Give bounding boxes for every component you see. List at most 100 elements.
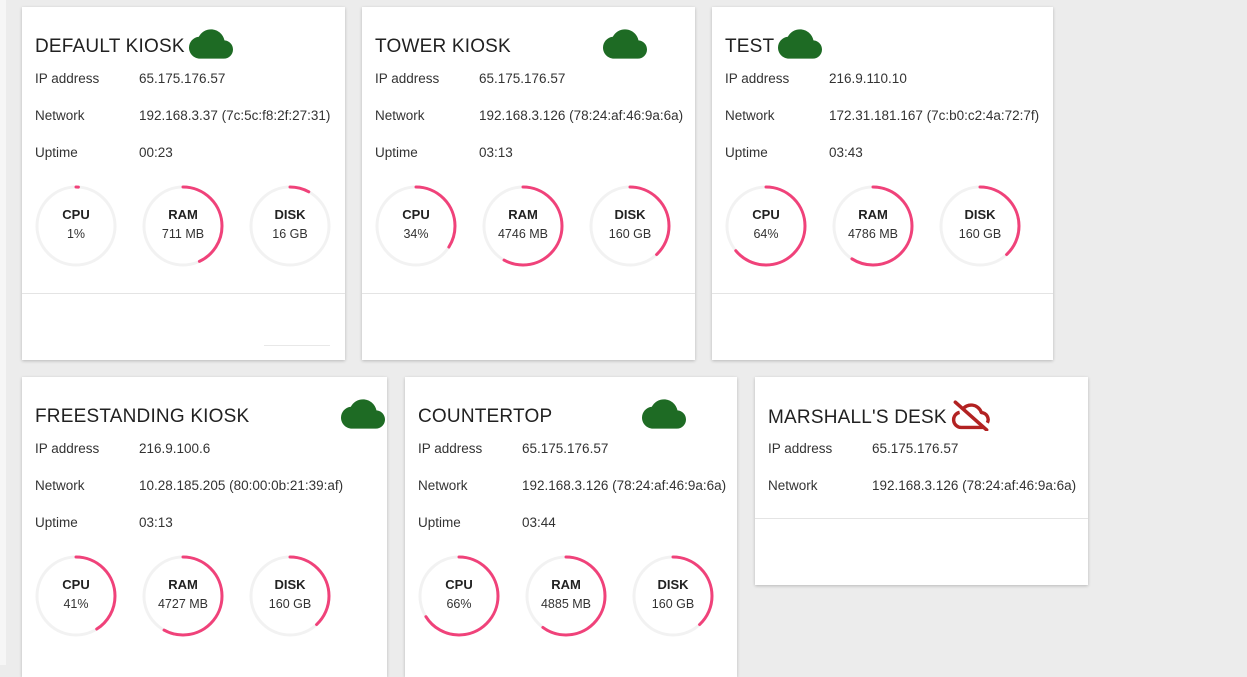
gauge-ring [482,185,564,267]
ram-gauge-value: 4746 MB [497,227,549,241]
cpu-gauge-value: 41% [63,597,89,611]
ip-row: IP address 216.9.100.6 [35,441,379,478]
network-value: 172.31.181.167 (7c:b0:c2:4a:72:7f) [829,108,1040,123]
left-strip [0,0,6,665]
gauge-track [249,185,331,267]
ram-gauge-value: 4885 MB [540,597,592,611]
uptime-row: Uptime 03:43 [725,145,1045,182]
device-card-marshalls-desk[interactable]: MARSHALL'S DESK IP address 65.175.176.57 … [755,377,1088,585]
gauge-ring [418,555,500,637]
cpu-gauge-value: 66% [446,597,472,611]
disk-gauge-label: DISK [964,207,996,222]
device-name: MARSHALL'S DESK [768,406,947,428]
ip-label: IP address [418,441,483,456]
uptime-label: Uptime [725,145,768,160]
ram-gauge-label: RAM [508,207,538,222]
network-label: Network [418,478,468,493]
cpu-gauge-value: 1% [66,227,86,241]
ip-row: IP address 65.175.176.57 [768,441,1080,478]
ip-value: 65.175.176.57 [872,441,959,456]
cloud-icon [778,29,823,64]
network-row: Network 192.168.3.126 (78:24:af:46:9a:6a) [375,108,687,145]
gauge-ring [249,555,331,637]
device-card-default-kiosk[interactable]: DEFAULT KIOSK IP address 65.175.176.57 Ne… [22,7,345,360]
disk-gauge-label: DISK [274,577,306,592]
ram-gauge: RAM 4885 MB [525,555,607,637]
cpu-gauge-label: CPU [445,577,473,592]
cloud-off-icon [949,399,993,436]
cpu-gauge: CPU 66% [418,555,500,637]
card-header: COUNTERTOP [418,399,687,434]
device-name: TEST [725,35,775,57]
ip-label: IP address [768,441,833,456]
card-header: TEST [725,29,823,64]
network-row: Network 192.168.3.126 (78:24:af:46:9a:6a) [418,478,729,515]
device-card-test[interactable]: TEST IP address 216.9.110.10 Network 172.3… [712,7,1053,360]
network-row: Network 192.168.3.37 (7c:5c:f8:2f:27:31) [35,108,337,145]
cpu-gauge-label: CPU [752,207,780,222]
ip-value: 65.175.176.57 [479,71,566,86]
network-value: 192.168.3.126 (78:24:af:46:9a:6a) [872,478,1077,493]
device-card-countertop[interactable]: COUNTERTOP IP address 65.175.176.57 Netwo… [405,377,737,677]
device-name: COUNTERTOP [418,405,553,427]
gauge-ring [142,185,224,267]
ip-row: IP address 65.175.176.57 [418,441,729,478]
cloud-icon [188,29,233,64]
gauge-ring [375,185,457,267]
disk-gauge-label: DISK [657,577,689,592]
ip-label: IP address [375,71,440,86]
uptime-row: Uptime 00:23 [35,145,337,182]
ram-gauge: RAM 4786 MB [832,185,914,267]
uptime-row: Uptime 03:13 [35,515,379,552]
ram-gauge-label: RAM [168,207,198,222]
uptime-label: Uptime [375,145,418,160]
device-card-freestanding-kiosk[interactable]: FREESTANDING KIOSK IP address 216.9.100.6… [22,377,387,677]
cloud-icon [341,399,386,434]
ip-row: IP address 216.9.110.10 [725,71,1045,108]
disk-gauge-value: 160 GB [268,597,312,611]
ip-value: 65.175.176.57 [139,71,226,86]
gauge-ring [832,185,914,267]
device-name: FREESTANDING KIOSK [35,405,250,427]
ram-gauge: RAM 4727 MB [142,555,224,637]
network-value: 10.28.185.205 (80:00:0b:21:39:af) [139,478,344,493]
gauge-ring [939,185,1021,267]
disk-gauge-value: 160 GB [958,227,1002,241]
card-header: MARSHALL'S DESK [768,399,993,436]
ip-row: IP address 65.175.176.57 [375,71,687,108]
cpu-gauge-label: CPU [62,207,90,222]
ip-row: IP address 65.175.176.57 [35,71,337,108]
gauge-ring [35,185,117,267]
disk-gauge-value: 160 GB [651,597,695,611]
ram-gauge: RAM 4746 MB [482,185,564,267]
cpu-gauge: CPU 41% [35,555,117,637]
card-divider [362,293,695,294]
gauge-ring [589,185,671,267]
disk-gauge-value: 16 GB [272,227,308,241]
cpu-gauge: CPU 34% [375,185,457,267]
gauge-ring [725,185,807,267]
cloud-icon [602,29,647,64]
network-label: Network [725,108,775,123]
ip-label: IP address [35,441,100,456]
cpu-gauge-value: 34% [403,227,429,241]
card-header: FREESTANDING KIOSK [35,399,386,434]
network-value: 192.168.3.126 (78:24:af:46:9a:6a) [522,478,727,493]
ip-value: 65.175.176.57 [522,441,609,456]
card-header: TOWER KIOSK [375,29,647,64]
uptime-row: Uptime 03:13 [375,145,687,182]
network-value: 192.168.3.37 (7c:5c:f8:2f:27:31) [139,108,331,123]
card-divider [755,518,1088,519]
ram-gauge: RAM 711 MB [142,185,224,267]
network-value: 192.168.3.126 (78:24:af:46:9a:6a) [479,108,684,123]
network-label: Network [768,478,818,493]
uptime-value: 03:43 [829,145,863,160]
cpu-gauge-label: CPU [402,207,430,222]
uptime-value: 00:23 [139,145,173,160]
network-label: Network [375,108,425,123]
ip-label: IP address [35,71,100,86]
card-header: DEFAULT KIOSK [35,29,233,64]
card-footer-line [264,345,330,346]
device-card-tower-kiosk[interactable]: TOWER KIOSK IP address 65.175.176.57 Netw… [362,7,695,360]
gauge-ring [632,555,714,637]
